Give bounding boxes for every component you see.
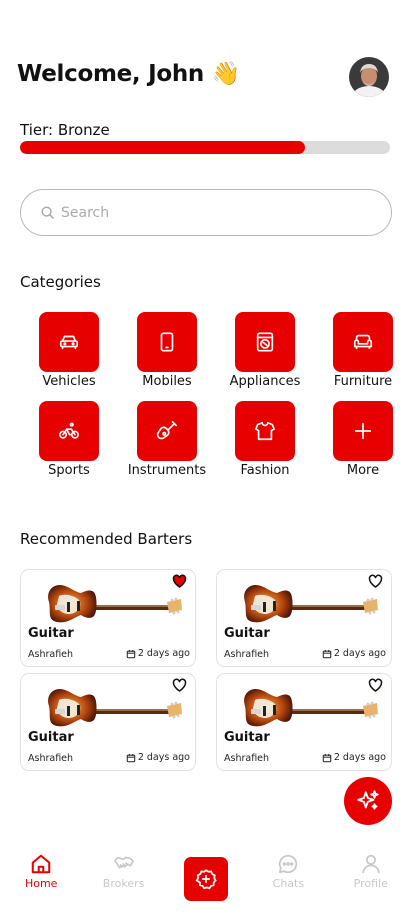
nav-profile-label: Profile <box>353 877 388 890</box>
category-vehicles[interactable]: Vehicles <box>20 312 118 389</box>
favorite-heart-icon[interactable] <box>172 678 187 692</box>
profile-icon <box>362 854 380 874</box>
nav-home-label: Home <box>24 877 58 890</box>
guitar-image <box>48 688 182 727</box>
card-date-text: 2 days ago <box>137 648 190 659</box>
bicycle-icon <box>59 422 79 439</box>
card-title: Guitar <box>224 626 270 641</box>
card-date-text: 2 days ago <box>137 752 190 763</box>
tier-progress-bar <box>20 141 390 154</box>
card-location: Ashrafieh <box>224 753 270 764</box>
categories-grid: Vehicles Mobiles Appliances Furniture Sp… <box>20 312 393 478</box>
category-tile[interactable] <box>39 401 99 461</box>
sparkles-icon <box>357 790 379 810</box>
card-date: 2 days ago <box>126 648 190 659</box>
category-label: Fashion <box>240 463 290 478</box>
nav-chats-label: Chats <box>272 877 305 890</box>
guitar-icon <box>156 421 177 440</box>
calendar-icon <box>322 753 332 762</box>
nav-brokers-label: Brokers <box>102 877 145 890</box>
barter-card[interactable]: Guitar Ashrafieh 2 days ago <box>216 673 392 771</box>
card-date-text: 2 days ago <box>333 752 386 763</box>
calendar-icon <box>126 649 136 658</box>
category-tile[interactable] <box>235 312 295 372</box>
recommended-title: Recommended Barters <box>20 530 193 548</box>
phone-icon <box>160 332 174 352</box>
category-label: Appliances <box>229 374 301 389</box>
card-date-text: 2 days ago <box>333 648 386 659</box>
category-more[interactable]: More <box>314 401 412 478</box>
category-tile[interactable] <box>39 312 99 372</box>
favorite-heart-icon[interactable] <box>368 574 383 588</box>
welcome-heading: Welcome, John 👋 <box>17 60 240 87</box>
card-title: Guitar <box>224 730 270 745</box>
chat-icon <box>279 854 298 874</box>
wave-emoji: 👋 <box>211 61 241 87</box>
ai-assistant-button[interactable] <box>344 777 392 825</box>
recommended-grid: Guitar Ashrafieh 2 days ago Guitar Ashra… <box>20 569 392 771</box>
nav-brokers[interactable]: Brokers <box>82 846 164 917</box>
handshake-icon <box>113 856 134 869</box>
category-fashion[interactable]: Fashion <box>216 401 314 478</box>
car-icon <box>59 335 79 350</box>
nav-center-action[interactable] <box>165 846 247 917</box>
shirt-icon <box>255 421 275 441</box>
category-furniture[interactable]: Furniture <box>314 312 412 389</box>
barter-card[interactable]: Guitar Ashrafieh 2 days ago <box>20 569 196 667</box>
plus-icon <box>354 422 372 440</box>
nav-home[interactable]: Home <box>0 846 82 917</box>
avatar[interactable] <box>349 57 389 97</box>
category-instruments[interactable]: Instruments <box>118 401 216 478</box>
category-label: More <box>346 463 380 478</box>
sofa-icon <box>353 334 373 350</box>
washing-machine-icon <box>256 332 274 352</box>
bottom-nav: Home Brokers Chats Profile <box>0 846 412 917</box>
category-label: Mobiles <box>142 374 192 389</box>
category-label: Vehicles <box>42 374 96 389</box>
barter-card[interactable]: Guitar Ashrafieh 2 days ago <box>216 569 392 667</box>
tier-progress-fill <box>20 141 305 154</box>
user-avatar-image <box>349 57 389 97</box>
card-location: Ashrafieh <box>224 649 270 660</box>
card-location: Ashrafieh <box>28 649 74 660</box>
card-title: Guitar <box>28 730 74 745</box>
category-label: Sports <box>48 463 90 478</box>
guitar-image <box>244 688 378 727</box>
categories-title: Categories <box>20 273 101 291</box>
favorite-heart-icon[interactable] <box>172 574 187 588</box>
search-box[interactable] <box>20 189 392 236</box>
plus-badge-icon <box>195 869 217 890</box>
category-tile[interactable] <box>333 312 393 372</box>
category-tile[interactable] <box>137 401 197 461</box>
home-icon <box>31 854 51 874</box>
category-mobiles[interactable]: Mobiles <box>118 312 216 389</box>
tier-label: Tier: Bronze <box>20 121 110 139</box>
search-input[interactable] <box>61 204 341 221</box>
category-label: Instruments <box>127 463 207 478</box>
welcome-text: Welcome, John <box>17 61 204 87</box>
category-appliances[interactable]: Appliances <box>216 312 314 389</box>
category-label: Furniture <box>333 374 393 389</box>
card-date: 2 days ago <box>322 648 386 659</box>
card-date: 2 days ago <box>322 752 386 763</box>
category-tile[interactable] <box>333 401 393 461</box>
nav-profile[interactable]: Profile <box>330 846 412 917</box>
category-tile[interactable] <box>137 312 197 372</box>
barter-card[interactable]: Guitar Ashrafieh 2 days ago <box>20 673 196 771</box>
guitar-image <box>244 584 378 623</box>
guitar-image <box>48 584 182 623</box>
favorite-heart-icon[interactable] <box>368 678 383 692</box>
card-location: Ashrafieh <box>28 753 74 764</box>
calendar-icon <box>322 649 332 658</box>
category-tile[interactable] <box>235 401 295 461</box>
create-barter-button[interactable] <box>183 857 228 901</box>
category-sports[interactable]: Sports <box>20 401 118 478</box>
search-icon <box>41 206 54 219</box>
calendar-icon <box>126 753 136 762</box>
card-title: Guitar <box>28 626 74 641</box>
nav-chats[interactable]: Chats <box>247 846 329 917</box>
card-date: 2 days ago <box>126 752 190 763</box>
